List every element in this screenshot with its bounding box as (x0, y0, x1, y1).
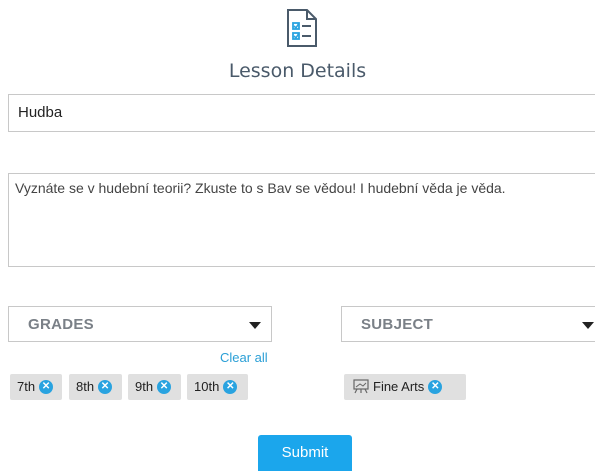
subject-chip-label: Fine Arts (373, 379, 425, 394)
grades-dropdown-label: GRADES (28, 316, 94, 333)
submit-button[interactable]: Submit (258, 435, 352, 471)
remove-chip-icon[interactable]: ✕ (157, 379, 172, 394)
grades-dropdown[interactable]: GRADES (8, 306, 272, 342)
subject-dropdown-label: SUBJECT (361, 316, 434, 333)
grade-chip-10th: 10th ✕ (187, 374, 248, 400)
chevron-down-icon (249, 322, 261, 329)
clear-all-link[interactable]: Clear all (220, 350, 268, 365)
grade-chip-label: 7th (17, 379, 36, 394)
easel-icon (353, 379, 369, 394)
lesson-document-icon (285, 8, 319, 48)
grade-chip-label: 10th (194, 379, 220, 394)
grade-chip-label: 8th (76, 379, 95, 394)
grade-chip-label: 9th (135, 379, 154, 394)
lesson-description-textarea[interactable]: Vyznáte se v hudební teorii? Zkuste to s… (8, 173, 595, 267)
page-title: Lesson Details (228, 60, 367, 82)
remove-chip-icon[interactable]: ✕ (39, 379, 54, 394)
remove-chip-icon[interactable]: ✕ (223, 379, 238, 394)
subject-chip-fine-arts: Fine Arts ✕ (344, 374, 466, 400)
subject-dropdown[interactable]: SUBJECT (341, 306, 595, 342)
remove-chip-icon[interactable]: ✕ (98, 379, 113, 394)
chevron-down-icon (582, 322, 594, 329)
grade-chip-8th: 8th ✕ (69, 374, 122, 400)
remove-chip-icon[interactable]: ✕ (428, 379, 443, 394)
lesson-name-input[interactable]: Hudba (8, 94, 595, 132)
grade-chip-9th: 9th ✕ (128, 374, 181, 400)
grade-chip-7th: 7th ✕ (10, 374, 62, 400)
